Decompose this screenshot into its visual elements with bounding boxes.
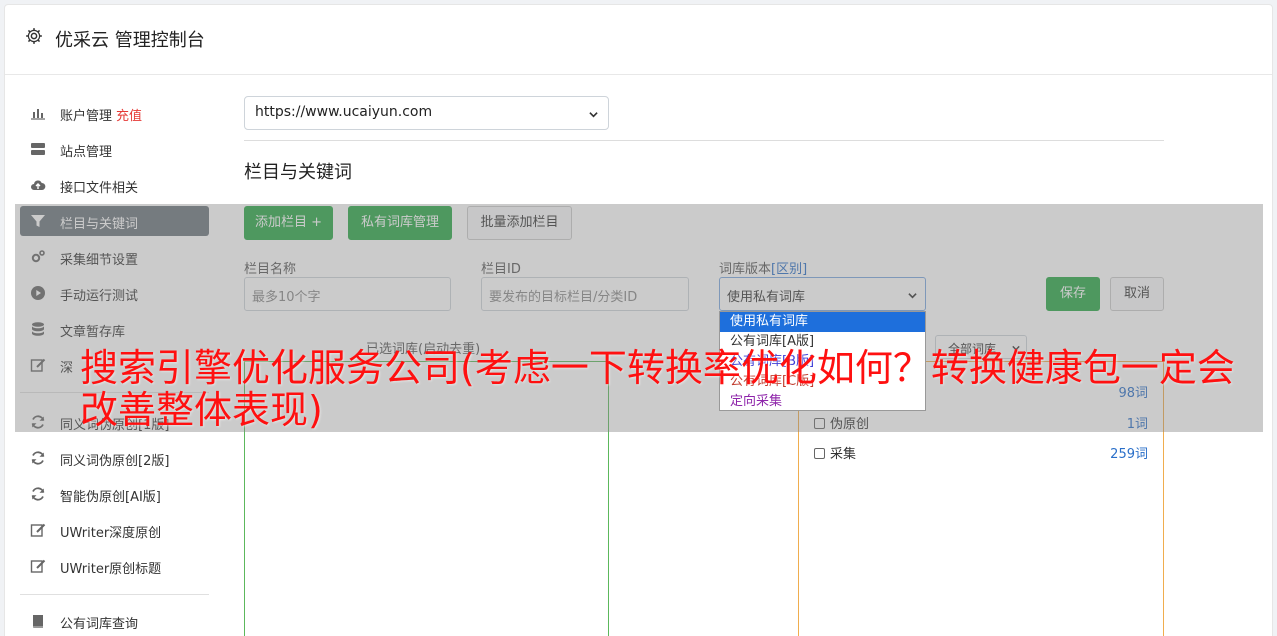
edit-icon (30, 559, 46, 573)
sidebar-item-account[interactable]: 账户管理 充值 (20, 98, 209, 128)
book-icon (33, 615, 43, 629)
overlay-headline: 搜索引擎优化服务公司(考虑一下转换率优化如何？转换健康包一定会改善整体表现) (80, 346, 1235, 432)
sidebar-item-label: 同义词伪原创[2版] (60, 454, 170, 469)
sidebar-item-label: 账户管理 (60, 109, 113, 124)
site-select-value: https://www.ucaiyun.com (255, 104, 433, 120)
edit-icon (30, 523, 46, 537)
sidebar-item-label: UWriter深度原创 (60, 526, 162, 541)
sidebar-item-label: 接口文件相关 (60, 181, 139, 196)
refresh-icon (31, 451, 45, 465)
lib-count: 259词 (1110, 447, 1148, 462)
sidebar-item-label: UWriter原创标题 (60, 562, 162, 577)
app-title: 优采云 管理控制台 (55, 30, 205, 51)
checkbox[interactable] (814, 448, 825, 459)
bar-chart-icon (31, 109, 45, 120)
sidebar-item-api-files[interactable]: 接口文件相关 (20, 170, 209, 200)
refresh-icon (31, 487, 45, 501)
site-select[interactable]: https://www.ucaiyun.com (244, 96, 609, 130)
divider (244, 140, 1164, 141)
header: 优采云 管理控制台 (5, 5, 1272, 75)
section-title: 栏目与关键词 (244, 162, 352, 183)
dropdown-option[interactable]: 使用私有词库 (720, 312, 925, 332)
sidebar-item-label: 公有词库查询 (60, 617, 139, 632)
sidebar-item-label: 站点管理 (60, 145, 113, 160)
sidebar-item-ai-rewrite[interactable]: 智能伪原创[AI版] (20, 479, 209, 509)
lib-item[interactable]: 采集 (814, 443, 856, 462)
sidebar-item-uwriter-deep[interactable]: UWriter深度原创 (20, 515, 209, 545)
sidebar-item-public-lib[interactable]: 公有词库查询 (20, 606, 209, 636)
sidebar-divider (20, 594, 209, 595)
gear-icon (26, 28, 42, 44)
cloud-upload-icon (31, 180, 46, 190)
sidebar-item-synonym-v2[interactable]: 同义词伪原创[2版] (20, 443, 209, 473)
sidebar-item-sites[interactable]: 站点管理 (20, 134, 209, 164)
sidebar-item-uwriter-title[interactable]: UWriter原创标题 (20, 551, 209, 581)
server-icon (31, 143, 45, 155)
recharge-link[interactable]: 充值 (116, 109, 142, 124)
chevron-down-icon (589, 112, 598, 118)
lib-item-label: 采集 (830, 447, 857, 462)
sidebar-item-label: 智能伪原创[AI版] (60, 490, 161, 505)
